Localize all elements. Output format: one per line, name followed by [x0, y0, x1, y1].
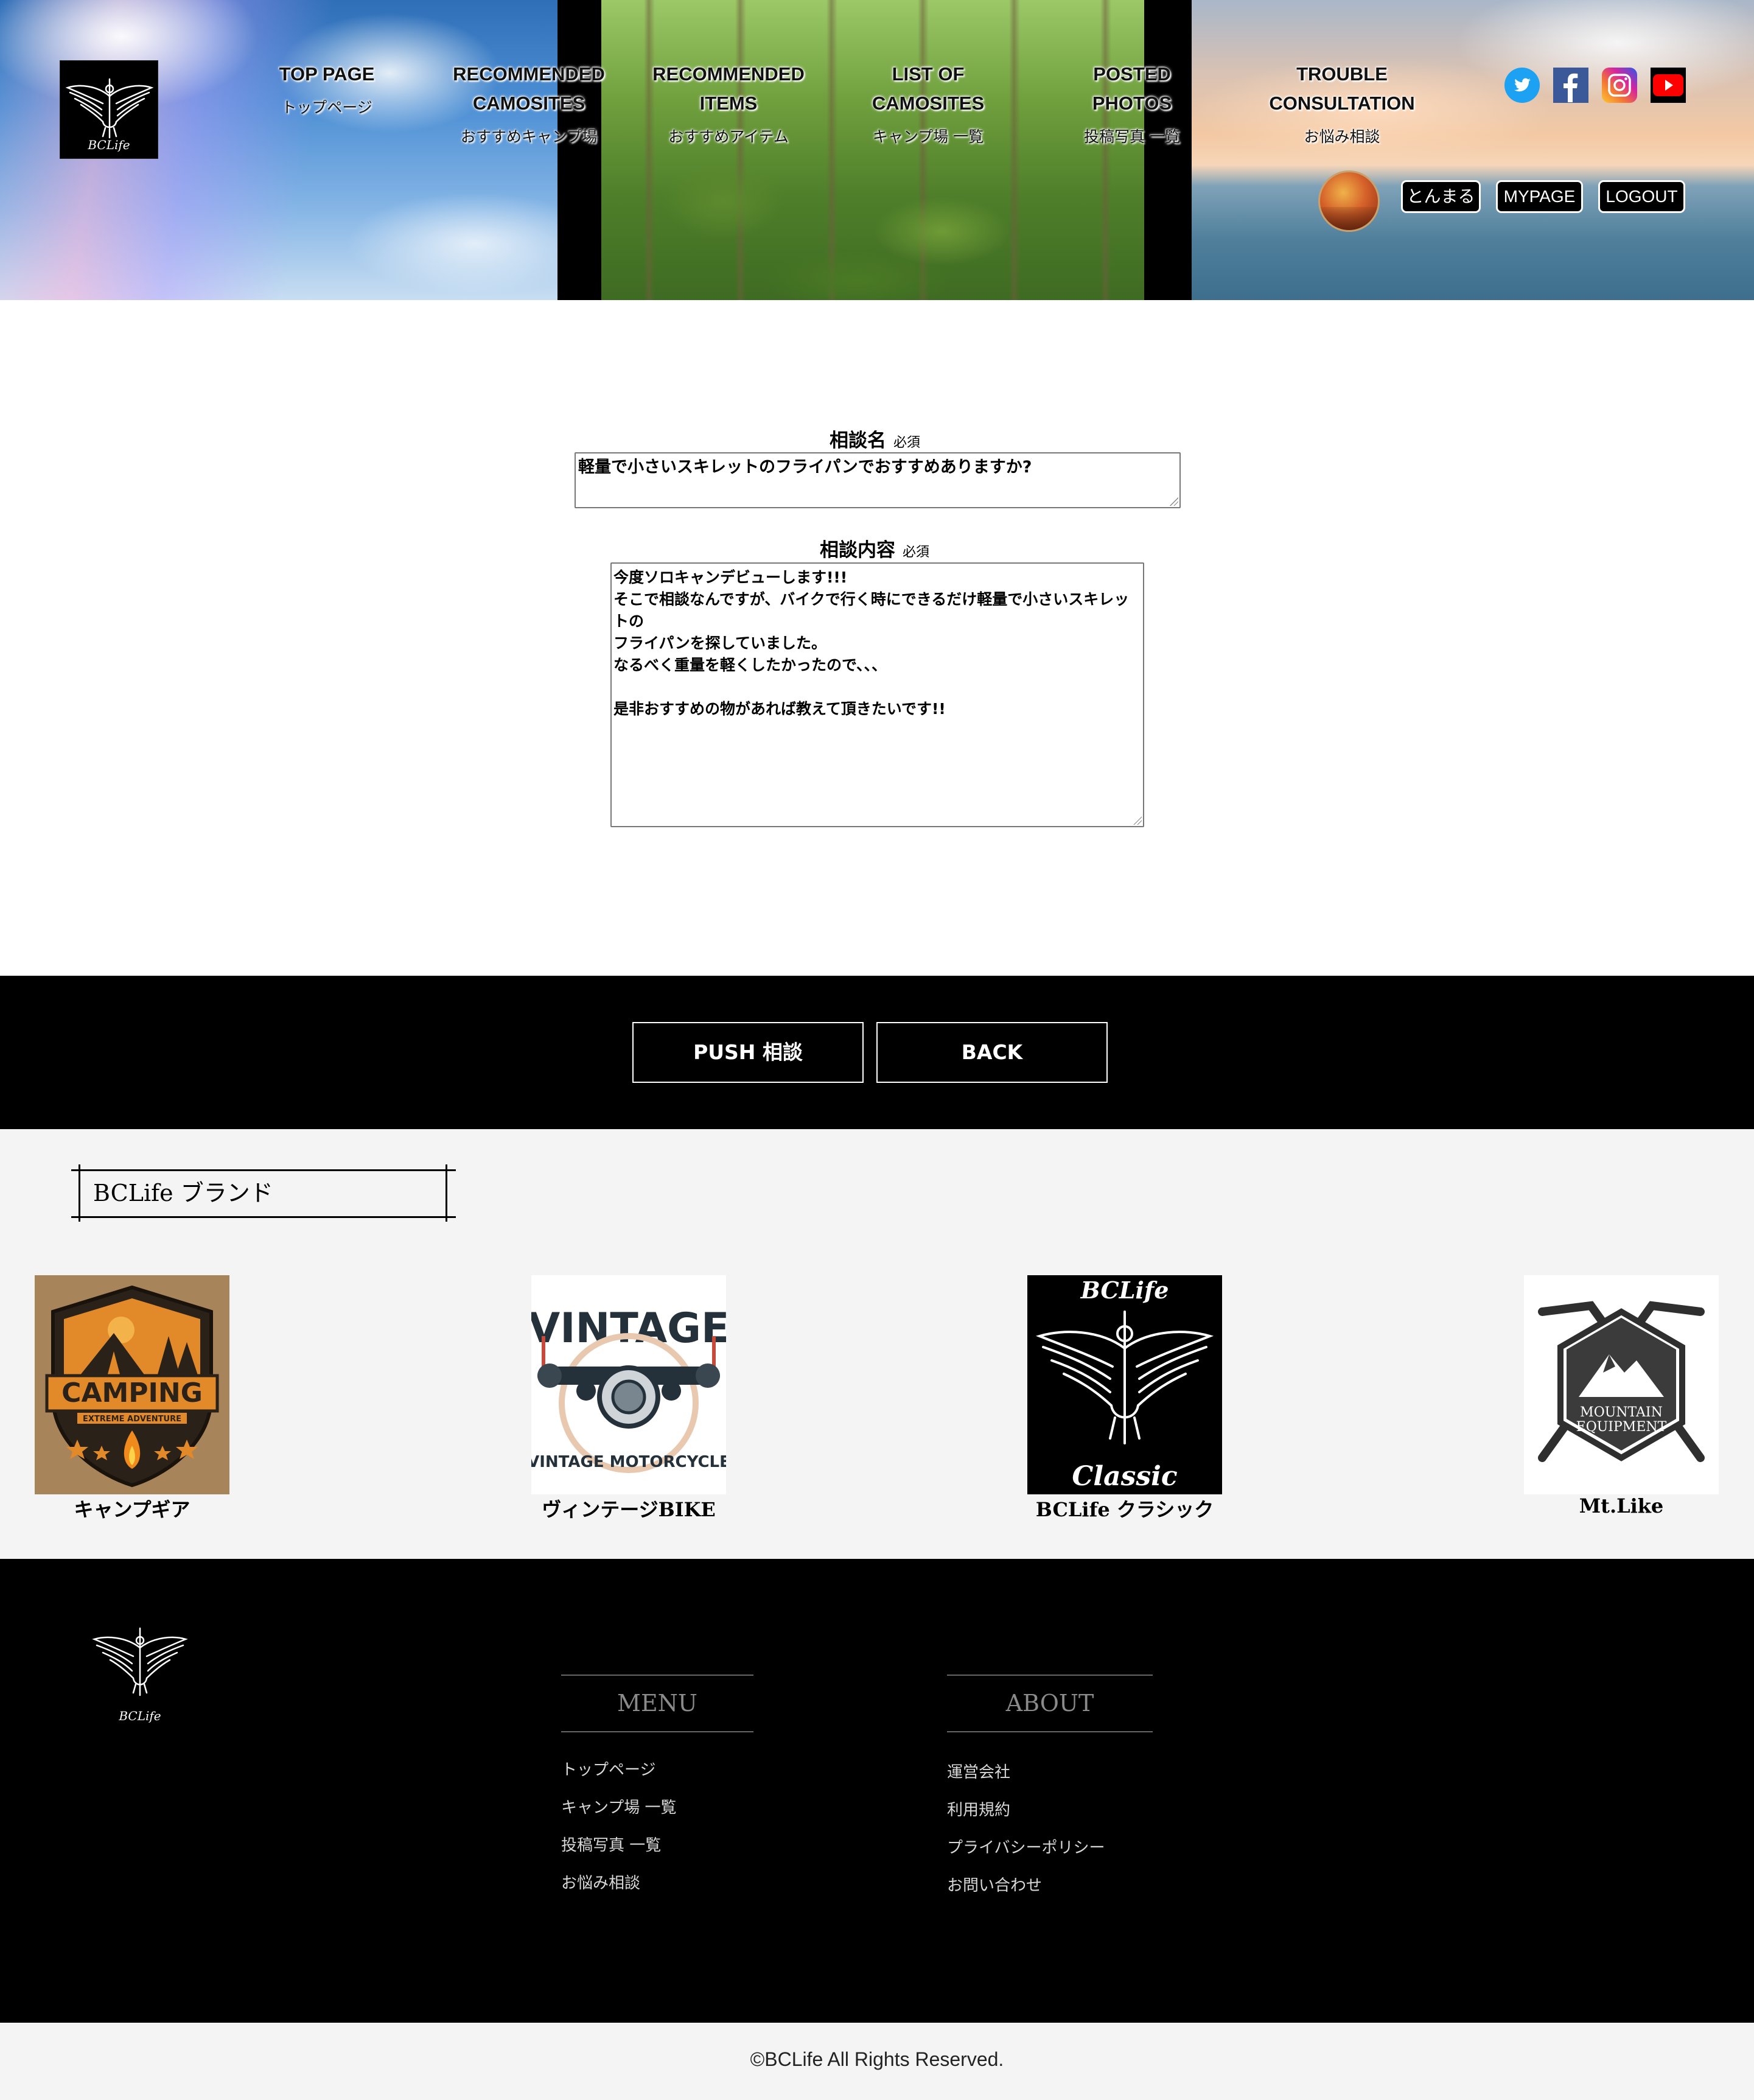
- title-label: 相談名 必須: [830, 425, 920, 452]
- nav-label-ja: おすすめキャンプ場: [460, 128, 598, 145]
- footer-link-terms[interactable]: 利用規約: [947, 1797, 1010, 1820]
- site-logo[interactable]: BCLife: [60, 60, 158, 159]
- nav-trouble-consultation[interactable]: TROUBLE CONSULTATION お悩み相談: [1242, 60, 1442, 151]
- push-consultation-button[interactable]: PUSH 相談: [632, 1022, 864, 1083]
- brand-name: BCLife クラシック: [1035, 1498, 1214, 1521]
- nav-label-en: RECOMMENDED ITEMS: [652, 63, 805, 114]
- youtube-icon: [1651, 68, 1686, 103]
- nav-label-ja: トップページ: [281, 99, 372, 116]
- back-button[interactable]: BACK: [876, 1022, 1108, 1083]
- consultation-title-input[interactable]: 軽量で小さいスキレットのフライパンでおすすめありますか?: [575, 452, 1181, 508]
- footer-link-privacy[interactable]: プライバシーポリシー: [947, 1835, 1105, 1858]
- brand-name: ヴィンテージBIKE: [542, 1498, 716, 1521]
- site-header: BCLife TOP PAGE トップページ RECOMMENDED CAMOS…: [0, 0, 1754, 300]
- footer-link-posted-photos[interactable]: 投稿写真 一覧: [561, 1833, 661, 1855]
- nav-label-ja: おすすめアイテム: [668, 128, 789, 145]
- consultation-body-textarea[interactable]: 今度ソロキャンデビューします!!! そこで相談なんですが、バイクで行く時にできる…: [610, 562, 1144, 827]
- mypage-button[interactable]: MYPAGE: [1496, 180, 1583, 213]
- twitter-link[interactable]: [1504, 67, 1540, 103]
- footer-logo[interactable]: BCLife: [88, 1617, 192, 1723]
- body-label: 相談内容 必須: [820, 534, 929, 562]
- copyright-bar: ©BCLife All Rights Reserved.: [0, 2023, 1754, 2100]
- nav-list-of-campsites[interactable]: LIST OF CAMOSITES キャンプ場 一覧: [852, 60, 1004, 151]
- brand-mt-like[interactable]: MOUNTAIN EQUIPMENT: [1524, 1275, 1719, 1494]
- vintage-logo-subtext: VINTAGE MOTORCYCLE: [531, 1453, 726, 1471]
- facebook-link[interactable]: [1553, 67, 1589, 103]
- brand-name: キャンプギア: [74, 1498, 190, 1521]
- nav-label-en: POSTED PHOTOS: [1092, 63, 1172, 114]
- resize-handle-icon[interactable]: [1170, 497, 1178, 506]
- resize-handle-icon[interactable]: [1133, 816, 1142, 825]
- classic-logo-subtext: Classic: [1072, 1461, 1178, 1492]
- mountain-logo-text: MOUNTAIN: [1580, 1405, 1663, 1420]
- brand-heading: BCLife ブランド: [71, 1164, 456, 1222]
- vintage-logo-text: VINTAGE: [531, 1304, 726, 1353]
- mountain-equipment-icon: MOUNTAIN EQUIPMENT: [1524, 1275, 1719, 1494]
- nav-top-page[interactable]: TOP PAGE トップページ: [262, 60, 392, 122]
- brand-name: Mt.Like: [1579, 1494, 1664, 1517]
- camping-badge-icon: CAMPING EXTREME ADVENTURE: [35, 1275, 229, 1494]
- required-badge: 必須: [903, 545, 930, 560]
- footer-link-consultation[interactable]: お悩み相談: [561, 1871, 640, 1893]
- footer-menu-heading: MENU: [561, 1675, 753, 1732]
- facebook-icon: [1553, 68, 1588, 103]
- brand-section: BCLife ブランド CAMPING EXTREME ADVENTURE キャ…: [0, 1129, 1754, 1559]
- title-input-value: 軽量で小さいスキレットのフライパンでおすすめありますか?: [578, 458, 1032, 477]
- heading-frame-bar: [79, 1164, 80, 1222]
- nav-label-en: TOP PAGE: [279, 63, 375, 85]
- body-input-value: 今度ソロキャンデビューします!!! そこで相談なんですが、バイクで行く時にできる…: [613, 569, 1130, 718]
- required-badge: 必須: [893, 435, 921, 450]
- nav-label-en: LIST OF CAMOSITES: [872, 63, 985, 114]
- nav-label-ja: お悩み相談: [1304, 128, 1380, 145]
- logo-text: BCLife: [88, 138, 130, 152]
- brand-heading-text: BCLife ブランド: [93, 1180, 273, 1206]
- brand-vintage-bike[interactable]: VINTAGE VINTAGE MOTORCYCLE: [531, 1275, 726, 1494]
- heading-frame-bar: [445, 1164, 447, 1222]
- footer-link-campsite-list[interactable]: キャンプ場 一覧: [561, 1795, 677, 1818]
- instagram-icon: [1602, 68, 1637, 103]
- title-label-text: 相談名: [830, 430, 886, 452]
- vintage-motorcycle-icon: VINTAGE VINTAGE MOTORCYCLE: [531, 1275, 726, 1494]
- site-footer: BCLife MENU トップページ キャンプ場 一覧 投稿写真 一覧 お悩み相…: [0, 1559, 1754, 2023]
- nav-recommended-campsites[interactable]: RECOMMENDED CAMOSITES おすすめキャンプ場: [449, 60, 609, 151]
- nav-label-en: TROUBLE CONSULTATION: [1269, 63, 1415, 114]
- body-label-text: 相談内容: [820, 539, 895, 561]
- form-action-bar: PUSH 相談 BACK: [0, 976, 1754, 1129]
- copyright-text: ©BCLife All Rights Reserved.: [750, 2048, 1004, 2070]
- camping-logo-subtext: EXTREME ADVENTURE: [83, 1415, 181, 1424]
- classic-logo-text: BCLife: [1080, 1276, 1169, 1304]
- twitter-icon: [1504, 68, 1540, 103]
- footer-about-heading: ABOUT: [947, 1675, 1153, 1732]
- mountain-logo-subtext: EQUIPMENT: [1576, 1419, 1667, 1435]
- footer-link-contact[interactable]: お問い合わせ: [947, 1873, 1042, 1895]
- nav-recommended-items[interactable]: RECOMMENDED ITEMS おすすめアイテム: [649, 60, 808, 151]
- footer-link-top-page[interactable]: トップページ: [561, 1757, 655, 1780]
- youtube-link[interactable]: [1650, 67, 1686, 103]
- footer-link-company[interactable]: 運営会社: [947, 1760, 1010, 1782]
- camping-logo-text: CAMPING: [61, 1377, 203, 1409]
- nav-posted-photos[interactable]: POSTED PHOTOS 投稿写真 一覧: [1071, 60, 1193, 151]
- brand-camping-gear[interactable]: CAMPING EXTREME ADVENTURE: [35, 1275, 229, 1494]
- eagle-logo-icon: [92, 1627, 188, 1696]
- nav-label-ja: 投稿写真 一覧: [1084, 128, 1180, 145]
- user-avatar[interactable]: [1318, 170, 1380, 232]
- footer-logo-text: BCLife: [119, 1709, 161, 1723]
- nav-label-ja: キャンプ場 一覧: [872, 128, 984, 145]
- username-button[interactable]: とんまる: [1401, 180, 1481, 213]
- nav-label-en: RECOMMENDED CAMOSITES: [453, 63, 605, 114]
- brand-bclife-classic[interactable]: BCLife Classic: [1027, 1275, 1222, 1494]
- instagram-link[interactable]: [1601, 67, 1638, 103]
- logout-button[interactable]: LOGOUT: [1598, 180, 1685, 213]
- bclife-classic-logo-icon: BCLife Classic: [1027, 1275, 1222, 1494]
